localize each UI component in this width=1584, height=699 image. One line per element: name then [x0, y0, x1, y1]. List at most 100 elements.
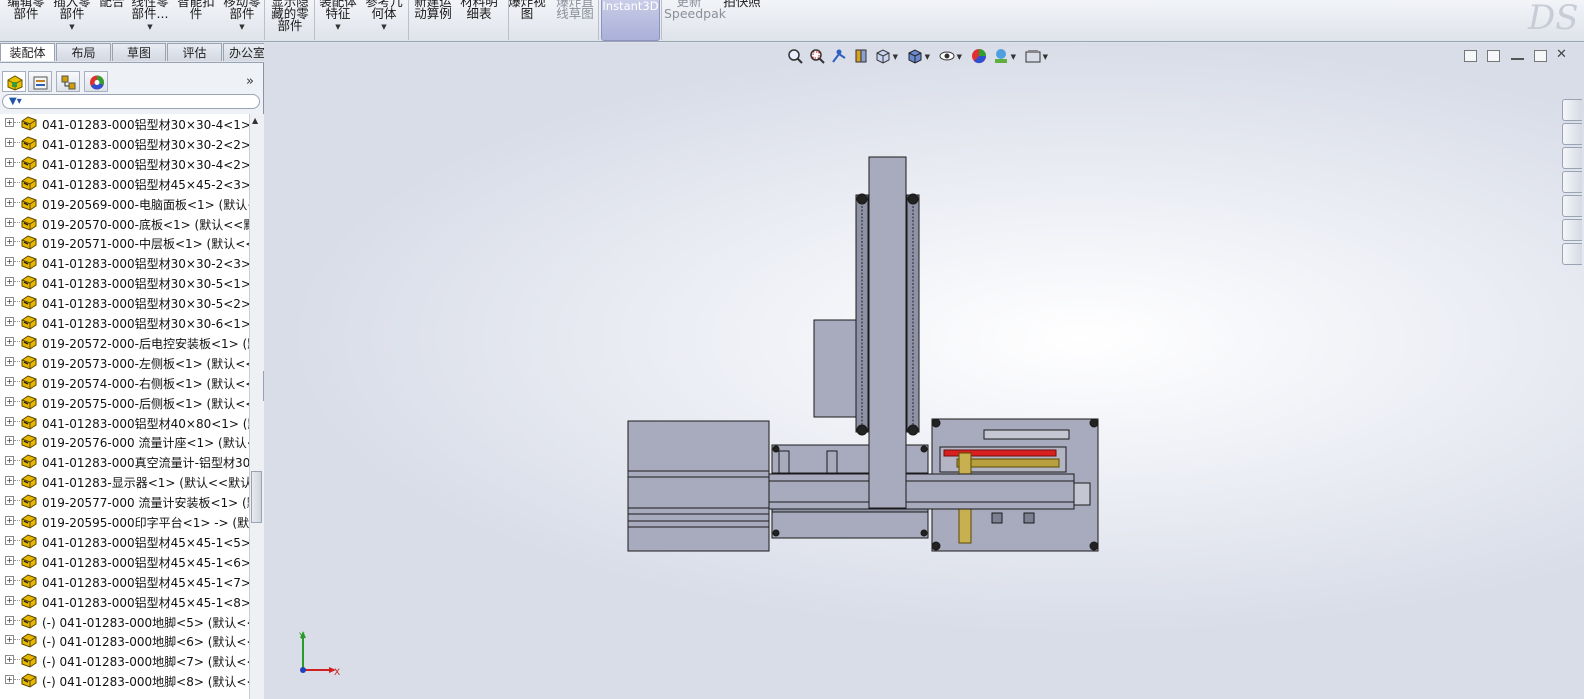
- tree-item[interactable]: + (-) 041-01283-000地脚<8> (默认<<默: [0, 670, 249, 690]
- tree-item[interactable]: +041-01283-000铝型材45×45-1<8> (默: [0, 591, 249, 611]
- cmd-button-13[interactable]: 更新 Speedpak: [664, 0, 726, 41]
- cmd-button-8[interactable]: 参考几 何体 ▼: [364, 0, 404, 41]
- tree-item[interactable]: +019-20574-000-右侧板<1> (默认<<默: [0, 372, 249, 392]
- tree-item[interactable]: +041-01283-000铝型材45×45-1<5> (默: [0, 531, 249, 551]
- assembly-model-view[interactable]: [264, 43, 1584, 699]
- tree-item[interactable]: + (-) 041-01283-000地脚<6> (默认<<默: [0, 630, 249, 650]
- dropdown-arrow-icon[interactable]: ▼: [318, 21, 358, 33]
- tree-item[interactable]: +019-20573-000-左侧板<1> (默认<<默: [0, 352, 249, 372]
- expand-node-icon[interactable]: +: [5, 535, 14, 545]
- expand-panel-button[interactable]: »: [246, 74, 254, 89]
- expand-node-icon[interactable]: +: [5, 655, 14, 665]
- cmd-button-1[interactable]: 插入零 部件 ▼: [52, 0, 92, 41]
- part-icon: [20, 433, 38, 452]
- tree-item[interactable]: + (-) 041-01283-000地脚<5> (默认<<默: [0, 611, 249, 631]
- tree-item[interactable]: +019-20570-000-底板<1> (默认<<默认: [0, 213, 249, 233]
- expand-node-icon[interactable]: +: [5, 635, 14, 645]
- tree-item[interactable]: +019-20569-000-电脑面板<1> (默认<: [0, 193, 249, 213]
- cmd-button-3[interactable]: 线性零 部件... ▼: [130, 0, 170, 41]
- tree-item[interactable]: +041-01283-000铝型材30×30-5<2> (默: [0, 292, 249, 312]
- expand-node-icon[interactable]: +: [5, 157, 14, 167]
- tree-item[interactable]: +041-01283-000铝型材45×45-2<3> (默: [0, 173, 249, 193]
- cmd-button-12[interactable]: 爆炸直 线草图: [555, 0, 595, 41]
- cmd-button-0[interactable]: 编辑零 部件: [4, 0, 48, 41]
- dropdown-arrow-icon[interactable]: ▼: [52, 21, 92, 33]
- tree-item[interactable]: + (-) 041-01283-000地脚<7> (默认<<默: [0, 650, 249, 670]
- scroll-up-arrow-icon[interactable]: ▲: [252, 116, 258, 125]
- tree-item[interactable]: +019-20572-000-后电控安装板<1> (默: [0, 332, 249, 352]
- tab-0[interactable]: 装配体: [0, 43, 55, 61]
- expand-node-icon[interactable]: +: [5, 476, 14, 486]
- cmd-button-4[interactable]: 智能扣 件: [176, 0, 216, 41]
- tab-3[interactable]: 评估: [167, 43, 222, 61]
- cmd-button-14[interactable]: 拍快照: [722, 0, 762, 41]
- tab-1[interactable]: 布局: [56, 43, 111, 61]
- expand-node-icon[interactable]: +: [5, 396, 14, 406]
- expand-node-icon[interactable]: +: [5, 575, 14, 585]
- dropdown-arrow-icon[interactable]: ▼: [364, 21, 404, 33]
- expand-node-icon[interactable]: +: [5, 297, 14, 307]
- expand-node-icon[interactable]: +: [5, 615, 14, 625]
- display-manager-tab[interactable]: [84, 71, 108, 92]
- tree-item[interactable]: +019-20577-000 流量计安装板<1> (默: [0, 491, 249, 511]
- tree-item[interactable]: +041-01283-000铝型材30×30-2<2> (默: [0, 133, 249, 153]
- tree-item[interactable]: +041-01283-000铝型材30×30-5<1> (默: [0, 272, 249, 292]
- tree-item[interactable]: +041-01283-000铝型材30×30-2<3> (默: [0, 252, 249, 272]
- dropdown-arrow-icon[interactable]: ▼: [222, 21, 262, 33]
- instant3d-button[interactable]: Instant3D: [601, 0, 660, 41]
- expand-node-icon[interactable]: +: [5, 217, 14, 227]
- tree-item[interactable]: +041-01283-显示器<1> (默认<<默认>: [0, 471, 249, 491]
- expand-node-icon[interactable]: +: [5, 516, 14, 525]
- expand-node-icon[interactable]: +: [5, 317, 14, 326]
- tree-item[interactable]: +041-01283-000真空流量计-铝型材30×: [0, 451, 249, 471]
- expand-node-icon[interactable]: +: [5, 675, 14, 685]
- part-icon: [20, 314, 38, 333]
- cmd-button-6[interactable]: 显示隐 藏的零 部件: [268, 0, 312, 41]
- feature-tree-tab[interactable]: [2, 71, 26, 92]
- part-icon: [20, 175, 38, 194]
- tree-item[interactable]: +041-01283-000铝型材30×30-4<2> (默: [0, 153, 249, 173]
- cmd-button-2[interactable]: 配合: [98, 0, 126, 41]
- horizontal-conveyor-beam[interactable]: [768, 473, 1075, 510]
- expand-node-icon[interactable]: +: [5, 118, 14, 127]
- left-panel-block[interactable]: [627, 420, 770, 552]
- cmd-button-7[interactable]: 装配体 特征 ▼: [318, 0, 358, 41]
- dropdown-arrow-icon[interactable]: ▼: [130, 21, 170, 33]
- expand-node-icon[interactable]: +: [5, 595, 14, 605]
- cmd-button-10[interactable]: 材料明 细表: [459, 0, 499, 41]
- expand-node-icon[interactable]: +: [5, 416, 14, 426]
- tree-item[interactable]: +019-20595-000印字平台<1> -> (默认: [0, 511, 249, 531]
- tree-item[interactable]: +019-20575-000-后侧板<1> (默认<<默: [0, 392, 249, 412]
- expand-node-icon[interactable]: +: [5, 436, 14, 446]
- expand-node-icon[interactable]: +: [5, 257, 14, 267]
- tree-item[interactable]: +041-01283-000铝型材45×45-1<6> (默: [0, 551, 249, 571]
- expand-node-icon[interactable]: +: [5, 496, 14, 506]
- cmd-button-9[interactable]: 新建运 动算例: [411, 0, 455, 41]
- property-manager-tab[interactable]: [28, 71, 52, 92]
- tree-item[interactable]: +019-20571-000-中层板<1> (默认<<默: [0, 232, 249, 252]
- tree-filter-input[interactable]: ▼▾: [2, 94, 260, 109]
- expand-node-icon[interactable]: +: [5, 177, 14, 187]
- tab-2[interactable]: 草图: [112, 43, 166, 61]
- tree-item-label: (-) 041-01283-000地脚<8> (默认<<默: [42, 675, 249, 690]
- expand-node-icon[interactable]: +: [5, 356, 14, 366]
- scrollbar-thumb[interactable]: [251, 471, 262, 523]
- tree-item[interactable]: +041-01283-000铝型材45×45-1<7> (默: [0, 571, 249, 591]
- configuration-manager-tab[interactable]: [56, 71, 80, 92]
- expand-node-icon[interactable]: +: [5, 237, 14, 247]
- expand-node-icon[interactable]: +: [5, 456, 14, 466]
- expand-node-icon[interactable]: +: [5, 137, 14, 147]
- cmd-button-5[interactable]: 移动零 部件 ▼: [222, 0, 262, 41]
- expand-node-icon[interactable]: +: [5, 376, 14, 386]
- tree-item[interactable]: +019-20576-000 流量计座<1> (默认<<: [0, 431, 249, 451]
- tree-item[interactable]: +041-01283-000铝型材30×30-4<1> (默: [0, 114, 249, 133]
- expand-node-icon[interactable]: +: [5, 277, 14, 287]
- tree-scrollbar[interactable]: ▲: [249, 114, 264, 699]
- cmd-button-11[interactable]: 爆炸视 图: [507, 0, 547, 41]
- expand-node-icon[interactable]: +: [5, 555, 14, 565]
- tree-item[interactable]: +041-01283-000铝型材40×80<1> (默认: [0, 412, 249, 432]
- expand-node-icon[interactable]: +: [5, 197, 14, 207]
- tree-item[interactable]: +041-01283-000铝型材30×30-6<1> (默: [0, 312, 249, 332]
- expand-node-icon[interactable]: +: [5, 336, 14, 346]
- graphics-area[interactable]: ▼ ▼ ▼ ▼ ▼ ✕ Y X: [264, 43, 1584, 699]
